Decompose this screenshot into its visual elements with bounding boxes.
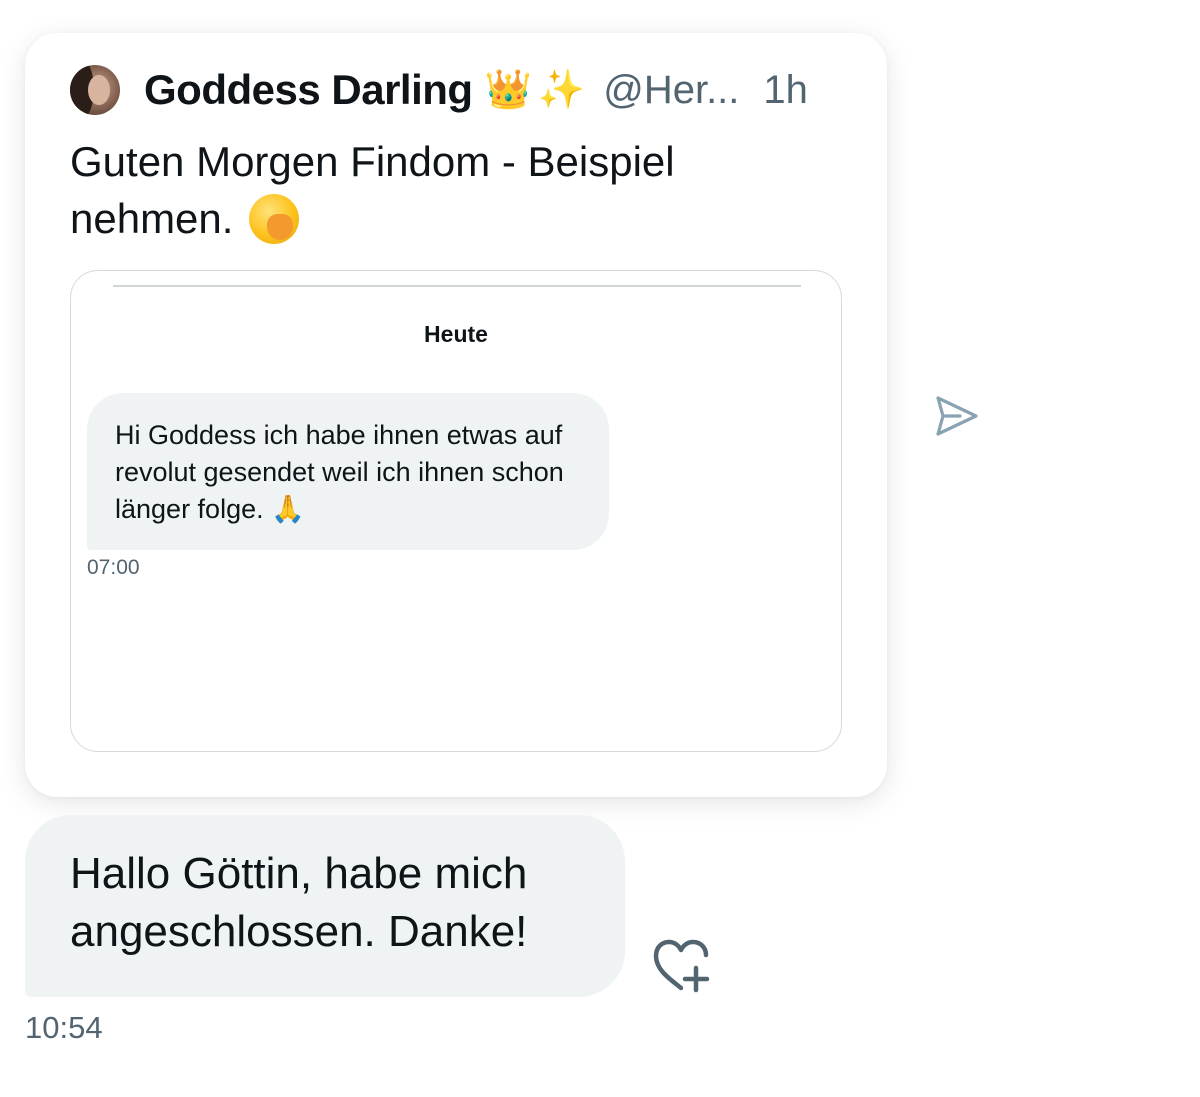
face-with-hand-over-mouth-icon: [249, 193, 300, 244]
author-emojis: 👑 ✨: [485, 68, 586, 112]
inner-message-time: 07:00: [87, 556, 140, 579]
reply-message-bubble[interactable]: Hallo Göttin, habe mich angeschlossen. D…: [25, 815, 625, 997]
date-separator: Heute: [424, 321, 488, 347]
divider: [113, 285, 801, 287]
avatar[interactable]: [70, 65, 120, 115]
shared-tweet-card[interactable]: Goddess Darling 👑 ✨ @Her... 1h Guten Morg…: [25, 33, 887, 797]
author-name[interactable]: Goddess Darling: [144, 66, 473, 114]
inner-message-bubble: Hi Goddess ich habe ihnen etwas auf revo…: [87, 393, 609, 550]
reply-time: 10:54: [25, 1010, 103, 1045]
crown-emoji: 👑: [484, 69, 532, 111]
add-reaction-heart-icon[interactable]: [650, 938, 712, 994]
tweet-media-screenshot[interactable]: Heute Hi Goddess ich habe ihnen etwas au…: [70, 270, 842, 752]
tweet-header: Goddess Darling 👑 ✨ @Her... 1h: [70, 65, 808, 115]
tweet-text-line1: Guten Morgen Findom - Beispiel: [70, 138, 675, 185]
sparkles-emoji: ✨: [537, 69, 586, 111]
author-handle[interactable]: @Her...: [603, 68, 739, 113]
tweet-time-ago: 1h: [763, 67, 808, 112]
tweet-text-line2: nehmen.: [70, 195, 234, 242]
tweet-text: Guten Morgen Findom - Beispiel nehmen.: [70, 133, 790, 247]
share-send-icon[interactable]: [930, 390, 982, 442]
